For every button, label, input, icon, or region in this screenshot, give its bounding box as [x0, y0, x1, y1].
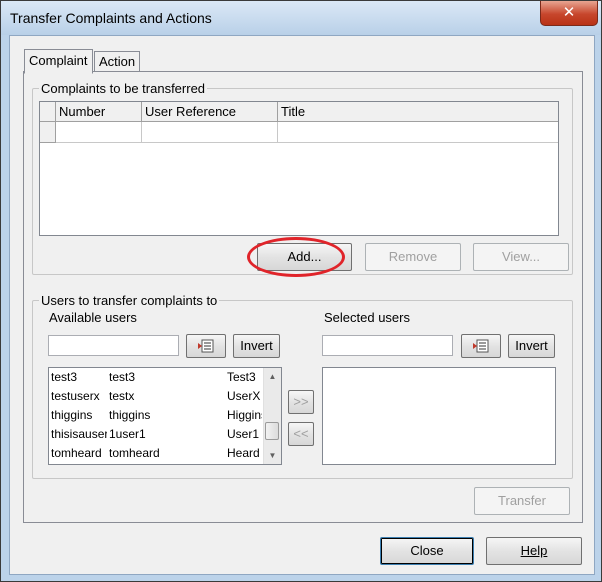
available-users-list[interactable]: test3 test3 Test3 testuserx testx UserX …	[48, 367, 282, 465]
user-id: test3	[51, 370, 78, 384]
transfer-button[interactable]: Transfer	[474, 487, 570, 515]
add-button-label: Add...	[287, 249, 322, 264]
complaints-grid[interactable]: Number User Reference Title	[39, 101, 559, 236]
column-header-title[interactable]: Title	[278, 102, 558, 122]
filter-icon	[473, 339, 489, 353]
add-button[interactable]: Add...	[257, 243, 352, 271]
tab-complaint-label: Complaint	[29, 53, 88, 68]
column-header-user-reference[interactable]: User Reference	[142, 102, 278, 122]
selected-users-label: Selected users	[324, 310, 410, 325]
grid-cell-title[interactable]	[278, 122, 558, 143]
available-invert-button[interactable]: Invert	[233, 334, 280, 358]
column-header-title-label: Title	[281, 104, 306, 119]
available-filter-button[interactable]	[186, 334, 226, 358]
grid-cell-user-reference[interactable]	[142, 122, 278, 143]
scroll-down-icon[interactable]: ▼	[264, 447, 281, 464]
view-button[interactable]: View...	[473, 243, 569, 271]
selected-invert-label: Invert	[515, 338, 548, 353]
user-name: testx	[109, 389, 135, 403]
user-id: testuserx	[51, 389, 100, 403]
close-button[interactable]: Close	[380, 537, 474, 565]
selected-filter-button[interactable]	[461, 334, 501, 358]
grid-cell-number[interactable]	[56, 122, 142, 143]
user-desc: UserX	[227, 389, 261, 403]
user-desc: Heard	[227, 446, 260, 460]
close-button-label: Close	[410, 543, 444, 558]
user-id: thisisauser	[51, 427, 107, 441]
close-icon: ✕	[562, 3, 576, 21]
window-title: Transfer Complaints and Actions	[10, 10, 212, 26]
row-header[interactable]	[40, 122, 56, 143]
dialog-client: Complaint Action Complaints to be transf…	[9, 35, 595, 575]
list-item[interactable]: thisisauser 1user1 User1	[49, 425, 264, 444]
help-button[interactable]: Help	[486, 537, 582, 565]
available-users-search-input[interactable]	[48, 335, 179, 356]
remove-button-label: Remove	[388, 249, 438, 264]
view-button-label: View...	[501, 249, 541, 264]
available-users-scrollbar[interactable]: ▲ ▼	[263, 368, 281, 464]
user-desc: Higgins	[227, 408, 262, 422]
user-id: thiggins	[51, 408, 93, 422]
user-name: test3	[109, 370, 136, 384]
move-right-icon: >>	[293, 394, 309, 409]
tab-action[interactable]: Action	[94, 51, 141, 72]
column-header-number[interactable]: Number	[56, 102, 142, 122]
scroll-up-icon[interactable]: ▲	[264, 368, 281, 385]
list-item[interactable]: thiggins thiggins Higgins	[49, 406, 264, 425]
list-item[interactable]: test3 test3 Test3	[49, 368, 264, 387]
transfer-button-label: Transfer	[498, 493, 546, 508]
list-item[interactable]: tomheard tomheard Heard	[49, 444, 264, 463]
user-name: thiggins	[109, 408, 151, 422]
tab-action-label: Action	[99, 54, 136, 69]
available-users-label: Available users	[49, 310, 137, 325]
column-header-number-label: Number	[59, 104, 106, 119]
window-close-button[interactable]: ✕	[540, 1, 598, 26]
list-item[interactable]: testuserx testx UserX	[49, 387, 264, 406]
available-invert-label: Invert	[240, 338, 273, 353]
filter-icon	[198, 339, 214, 353]
help-button-label: Help	[520, 543, 548, 558]
dialog-window: Transfer Complaints and Actions ✕ Compla…	[0, 0, 602, 582]
users-group-legend: Users to transfer complaints to	[41, 293, 218, 308]
title-bar[interactable]: Transfer Complaints and Actions ✕	[1, 1, 601, 35]
selected-invert-button[interactable]: Invert	[508, 334, 555, 358]
selected-users-list[interactable]	[322, 367, 556, 465]
move-left-icon: <<	[293, 426, 309, 441]
column-header-user-reference-label: User Reference	[145, 104, 237, 119]
user-desc: User1	[227, 427, 260, 441]
scroll-thumb[interactable]	[265, 422, 279, 440]
move-left-button[interactable]: <<	[288, 422, 314, 446]
user-name: tomheard	[109, 446, 160, 460]
grid-corner-header	[40, 102, 56, 122]
move-right-button[interactable]: >>	[288, 390, 314, 414]
selected-users-search-input[interactable]	[322, 335, 453, 356]
user-name: 1user1	[109, 427, 146, 441]
user-id: tomheard	[51, 446, 102, 460]
complaints-group-legend: Complaints to be transferred	[41, 81, 206, 96]
tab-panel-complaint: Complaints to be transferred Number User…	[23, 71, 583, 523]
user-desc: Test3	[227, 370, 256, 384]
remove-button[interactable]: Remove	[365, 243, 461, 271]
tab-complaint[interactable]: Complaint	[24, 49, 93, 74]
